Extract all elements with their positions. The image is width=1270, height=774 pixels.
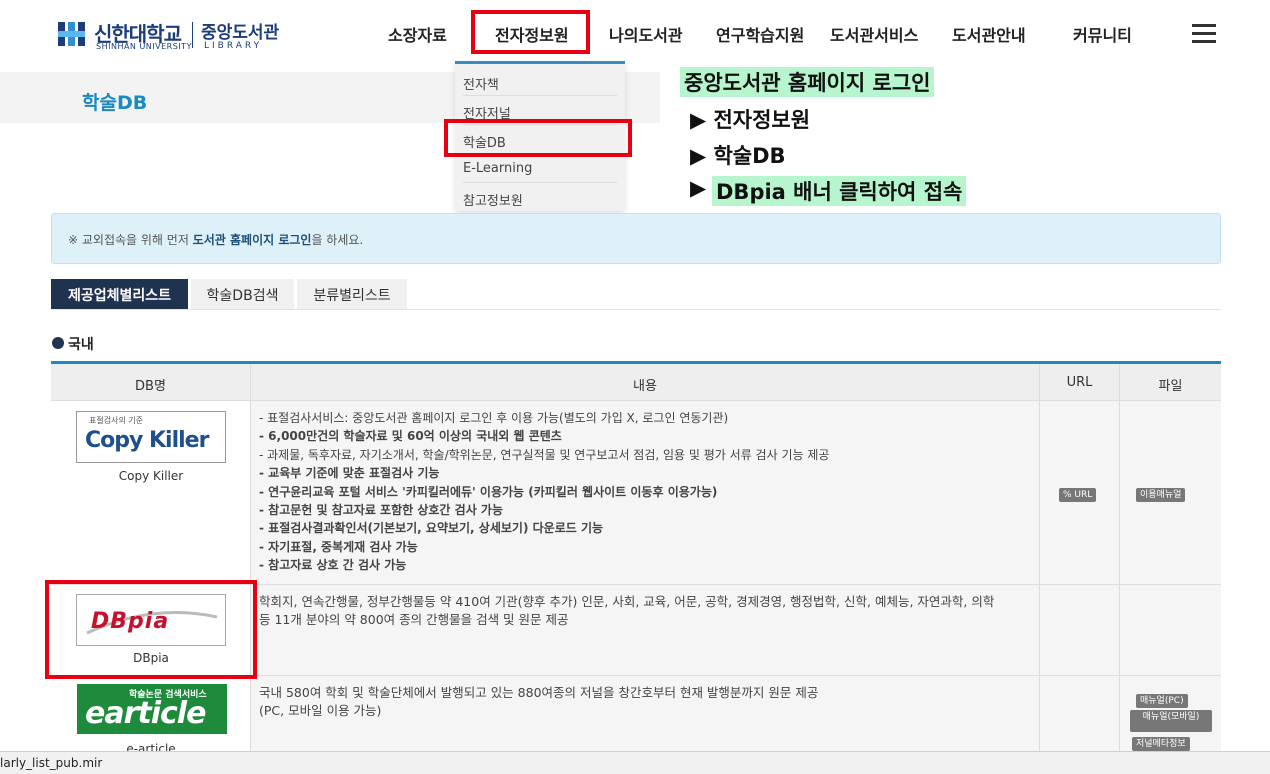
annotation-step-login: 중앙도서관 홈페이지 로그인 [680,67,935,97]
description-line: - 자기표절, 중복게재 검사 가능 [259,539,418,554]
tab-underline [51,309,1221,310]
description-line: - 과제물, 독후자료, 자기소개서, 학술/학위논문, 연구실적물 및 연구보… [259,447,830,462]
hamburger-menu-icon[interactable] [1192,24,1216,44]
university-emblem-icon [58,22,85,46]
page-title: 학술DB [82,92,148,114]
description-line: - 교육부 기준에 맞춘 표절검사 기능 [259,466,440,481]
nav-holdings[interactable]: 소장자료 [388,22,447,46]
description-line: - 연구윤리교육 포털 서비스 '카피킬러에듀' 이용가능 (카피킬러 웹사이트… [259,484,718,499]
description-line: 학회지, 연속간행물, 정부간행물등 약 410여 기관(향후 추가) 인문, … [259,594,995,609]
nav-library-services[interactable]: 도서관서비스 [830,22,918,46]
annotation-step-dbpia: DBpia 배너 클릭하여 접속 [712,176,967,206]
table-row: 표절검사의 기준 Copy Killer Copy Killer - 표절검사서… [51,401,1221,585]
dropdown-item-reference[interactable]: 참고정보원 [463,184,617,212]
description-line: 등 11개 분야의 약 800여 종의 간행물을 검색 및 원문 제공 [259,612,569,628]
copykiller-logo-text: Copy Killer [85,428,209,453]
logo-university-name-en: SHINHAN UNIVERSITY [96,42,192,51]
table-row: 학술논문 검색서비스 earticle e-article 국내 580여 학회… [51,676,1221,753]
annotation-step-electronic: ▶ 전자정보원 [690,108,811,132]
site-header: 신한대학교 SHINHAN UNIVERSITY 중앙도서관 LIBRARY 소… [0,0,1270,72]
annotation-step-arrow: ▶ [690,176,707,200]
sub-banner-edge [1242,72,1270,123]
col-header-dbname: DB명 [51,364,251,401]
db-name-cell: 학술논문 검색서비스 earticle e-article [51,676,251,753]
nav-library-guide[interactable]: 도서관안내 [952,22,1026,46]
section-title: 국내 [68,337,94,353]
description-line: - 6,000만건의 학술자료 및 60억 이상의 국내외 웹 콘텐츠 [259,429,562,444]
annotation-step-academic-db: ▶ 학술DB [690,144,786,168]
library-logo[interactable]: 신한대학교 SHINHAN UNIVERSITY 중앙도서관 LIBRARY [56,18,286,54]
highlight-box-nav [471,10,590,54]
highlight-box-dbpia [45,580,257,679]
nav-research-support[interactable]: 연구학습지원 [716,22,804,46]
manual-pc-button[interactable]: 매뉴얼(PC) [1136,694,1188,708]
highlight-box-dropdown [444,119,632,157]
notice-suffix: 을 하세요. [311,233,364,247]
nav-my-library[interactable]: 나의도서관 [609,22,683,46]
file-cell: 이용매뉴얼 [1120,401,1221,584]
description-text: 국내 580여 학회 및 학술단체에서 발행되고 있는 880여종의 저널을 창… [259,684,1039,721]
file-cell: 매뉴얼(PC) 매뉴얼(모바일) 저널메타정보 [1120,676,1221,753]
description-cell: 학회지, 연속간행물, 정부간행물등 약 410여 기관(향후 추가) 인문, … [251,585,1040,675]
db-table: DB명 내용 URL 파일 표절검사의 기준 Copy Killer Copy … [51,361,1221,753]
notice-login-link[interactable]: 도서관 홈페이지 로그인 [193,233,312,247]
description-line: - 참고자료 상호 간 검사 가능 [259,558,407,573]
journal-meta-button[interactable]: 저널메타정보 [1132,737,1190,751]
db-name-cell: 표절검사의 기준 Copy Killer Copy Killer [51,401,251,584]
description-line: - 참고문헌 및 참고자료 포함한 상호간 검사 가능 [259,503,503,518]
logo-library-name: 중앙도서관 [201,23,280,43]
tab-provider-list[interactable]: 제공업체별리스트 [51,279,188,310]
description-cell: 국내 580여 학회 및 학술단체에서 발행되고 있는 880여종의 저널을 창… [251,676,1040,753]
description-cell: - 표절검사서비스: 중앙도서관 홈페이지 로그인 후 이용 가능(별도의 가입… [251,401,1040,584]
manual-download-button[interactable]: 이용매뉴얼 [1136,488,1186,502]
col-header-url: URL [1040,364,1120,401]
logo-library-name-en: LIBRARY [204,41,263,51]
notice-prefix: ※ 교외접속을 위해 먼저 [68,233,193,247]
notice-text: ※ 교외접속을 위해 먼저 도서관 홈페이지 로그인을 하세요. [68,231,363,248]
url-cell [1040,585,1120,675]
dropdown-item-ebook[interactable]: 전자책 [463,68,617,96]
login-notice: ※ 교외접속을 위해 먼저 도서관 홈페이지 로그인을 하세요. [51,213,1221,264]
browser-status-bar: larly_list_pub.mir [0,751,1270,774]
tab-db-search[interactable]: 학술DB검색 [191,279,294,310]
col-header-content: 내용 [251,364,1040,401]
url-cell [1040,676,1120,753]
copykiller-logo[interactable]: 표절검사의 기준 Copy Killer [76,411,226,463]
description-line: (PC, 모바일 이용 가능) [259,703,382,719]
tab-category-list[interactable]: 분류별리스트 [297,279,407,310]
earticle-logo[interactable]: 학술논문 검색서비스 earticle [77,684,227,734]
logo-divider [192,22,193,48]
url-button[interactable]: % URL [1059,488,1097,502]
col-header-file: 파일 [1120,364,1221,401]
url-cell: % URL [1040,401,1120,584]
description-text: 학회지, 연속간행물, 정부간행물등 약 410여 기관(향후 추가) 인문, … [259,593,1039,630]
manual-mobile-button[interactable]: 매뉴얼(모바일) [1130,710,1212,732]
description-text: - 표절검사서비스: 중앙도서관 홈페이지 로그인 후 이용 가능(별도의 가입… [259,409,1039,575]
copykiller-logo-tagline: 표절검사의 기준 [89,416,144,425]
file-cell [1120,585,1221,675]
description-line: - 표절검사서비스: 중앙도서관 홈페이지 로그인 후 이용 가능(별도의 가입… [259,411,729,425]
earticle-logo-text: earticle [85,696,206,731]
nav-community[interactable]: 커뮤니티 [1073,22,1132,46]
status-url: larly_list_pub.mir [0,756,103,770]
dropdown-item-elearning[interactable]: E-Learning [463,155,617,183]
description-line: - 표절검사결과확인서(기본보기, 요약보기, 상세보기) 다운로드 기능 [259,521,604,536]
arrow-circle-icon [52,337,64,349]
db-name-label: Copy Killer [118,469,184,483]
description-line: 국내 580여 학회 및 학술단체에서 발행되고 있는 880여종의 저널을 창… [259,685,819,700]
